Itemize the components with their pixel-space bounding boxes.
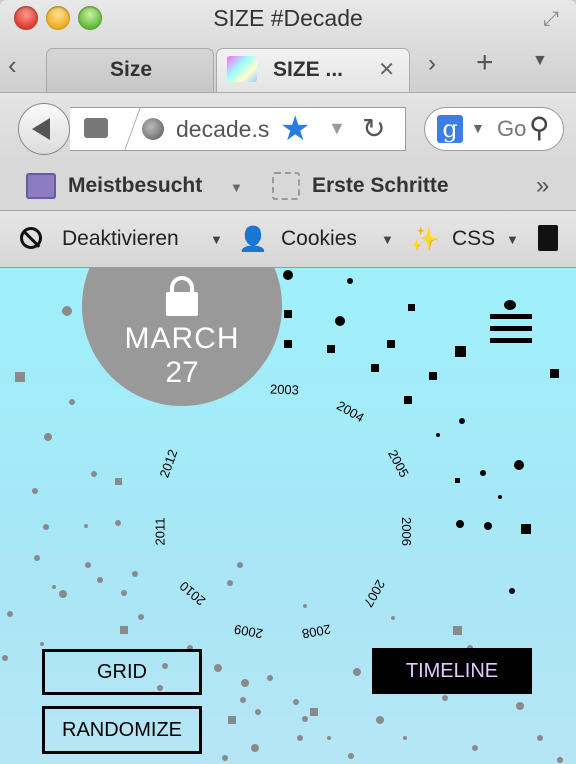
year-label-2006[interactable]: 2006 [399, 517, 414, 546]
year-label-2003[interactable]: 2003 [270, 381, 299, 397]
bookmark-meistbesucht[interactable]: Meistbesucht [68, 174, 202, 198]
reload-icon[interactable]: ↻ [362, 112, 385, 145]
lock-icon-body [166, 292, 198, 316]
bookmarks-bar: Meistbesucht ▼ Erste Schritte » [0, 164, 576, 211]
bookmark-star-icon[interactable]: ★ [280, 110, 310, 148]
url-bar[interactable]: decade.s ★ ▼ ↻ [70, 107, 406, 151]
tab-scroll-right-icon[interactable]: › [428, 50, 436, 78]
navigation-bar: decade.s ★ ▼ ↻ g ▼ Go ⚲ [0, 92, 576, 165]
tab-size[interactable]: Size [46, 48, 214, 92]
site-favicon-icon [227, 56, 257, 82]
date-badge[interactable]: MARCH 27 [82, 268, 282, 406]
google-icon[interactable]: g [437, 115, 463, 143]
tab-strip: ‹ Size SIZE ... ✕ › + ▼ [0, 44, 576, 92]
search-bar[interactable]: g ▼ Go ⚲ [424, 107, 564, 151]
developer-toolbar: Deaktivieren ▼ 👤 Cookies ▼ ✨ CSS ▼ [0, 211, 576, 268]
chevron-down-icon[interactable]: ▼ [210, 232, 223, 247]
menu-cookies[interactable]: Cookies [281, 227, 357, 251]
menu-icon-bar [490, 338, 532, 343]
menu-icon-bar [490, 326, 532, 331]
grid-button[interactable]: GRID [42, 649, 202, 695]
person-icon: 👤 [238, 226, 268, 253]
more-bookmarks-icon[interactable]: » [536, 172, 549, 200]
search-engine-caret-icon[interactable]: ▼ [471, 120, 485, 136]
url-text[interactable]: decade.s [176, 116, 272, 143]
tab-size-decade[interactable]: SIZE ... ✕ [216, 48, 410, 92]
history-dropdown-icon[interactable]: ▼ [328, 118, 346, 139]
clipboard-icon[interactable] [538, 225, 558, 251]
fullscreen-icon[interactable]: ⤢ [540, 8, 562, 30]
menu-deaktivieren[interactable]: Deaktivieren [62, 227, 179, 251]
tab-list-icon[interactable]: ▼ [532, 52, 548, 70]
back-button[interactable] [18, 103, 70, 155]
menu-icon[interactable] [490, 300, 532, 346]
menu-icon-dot [504, 300, 516, 310]
menu-icon-bar [490, 314, 532, 319]
bookmark-erste-schritte[interactable]: Erste Schritte [312, 174, 449, 198]
globe-icon [142, 118, 164, 140]
smart-folder-icon [26, 173, 56, 199]
tab-label: SIZE ... [273, 58, 344, 81]
disable-icon [20, 227, 42, 249]
date-day: 27 [165, 356, 199, 389]
year-label-2011[interactable]: 2011 [152, 518, 167, 546]
search-icon[interactable]: ⚲ [529, 111, 550, 144]
window-title: SIZE #Decade [213, 5, 363, 31]
search-input[interactable]: Go [497, 116, 527, 142]
date-month: MARCH [124, 322, 240, 355]
magic-wand-icon: ✨ [410, 226, 440, 253]
library-icon[interactable] [84, 118, 108, 138]
chevron-down-icon[interactable]: ▼ [506, 232, 519, 247]
title-bar: SIZE #Decade ⤢ ‹ Size SIZE ... ✕ › + ▼ [0, 0, 576, 92]
browser-window: SIZE #Decade ⤢ ‹ Size SIZE ... ✕ › + ▼ d… [0, 0, 576, 764]
close-tab-icon[interactable]: ✕ [378, 57, 395, 82]
randomize-button[interactable]: RANDOMIZE [42, 706, 202, 754]
chevron-down-icon[interactable]: ▼ [381, 232, 394, 247]
bookmark-placeholder-icon [272, 172, 300, 200]
chevron-down-icon[interactable]: ▼ [230, 180, 243, 195]
tab-label: Size [109, 58, 153, 81]
url-separator [108, 108, 141, 150]
new-tab-icon[interactable]: + [476, 46, 494, 80]
menu-css[interactable]: CSS [452, 227, 495, 251]
page-content: MARCH 27 2003 2004 2005 2006 2007 2008 2… [0, 268, 576, 764]
tab-scroll-left-icon[interactable]: ‹ [8, 50, 17, 81]
timeline-button[interactable]: TIMELINE [372, 648, 532, 694]
